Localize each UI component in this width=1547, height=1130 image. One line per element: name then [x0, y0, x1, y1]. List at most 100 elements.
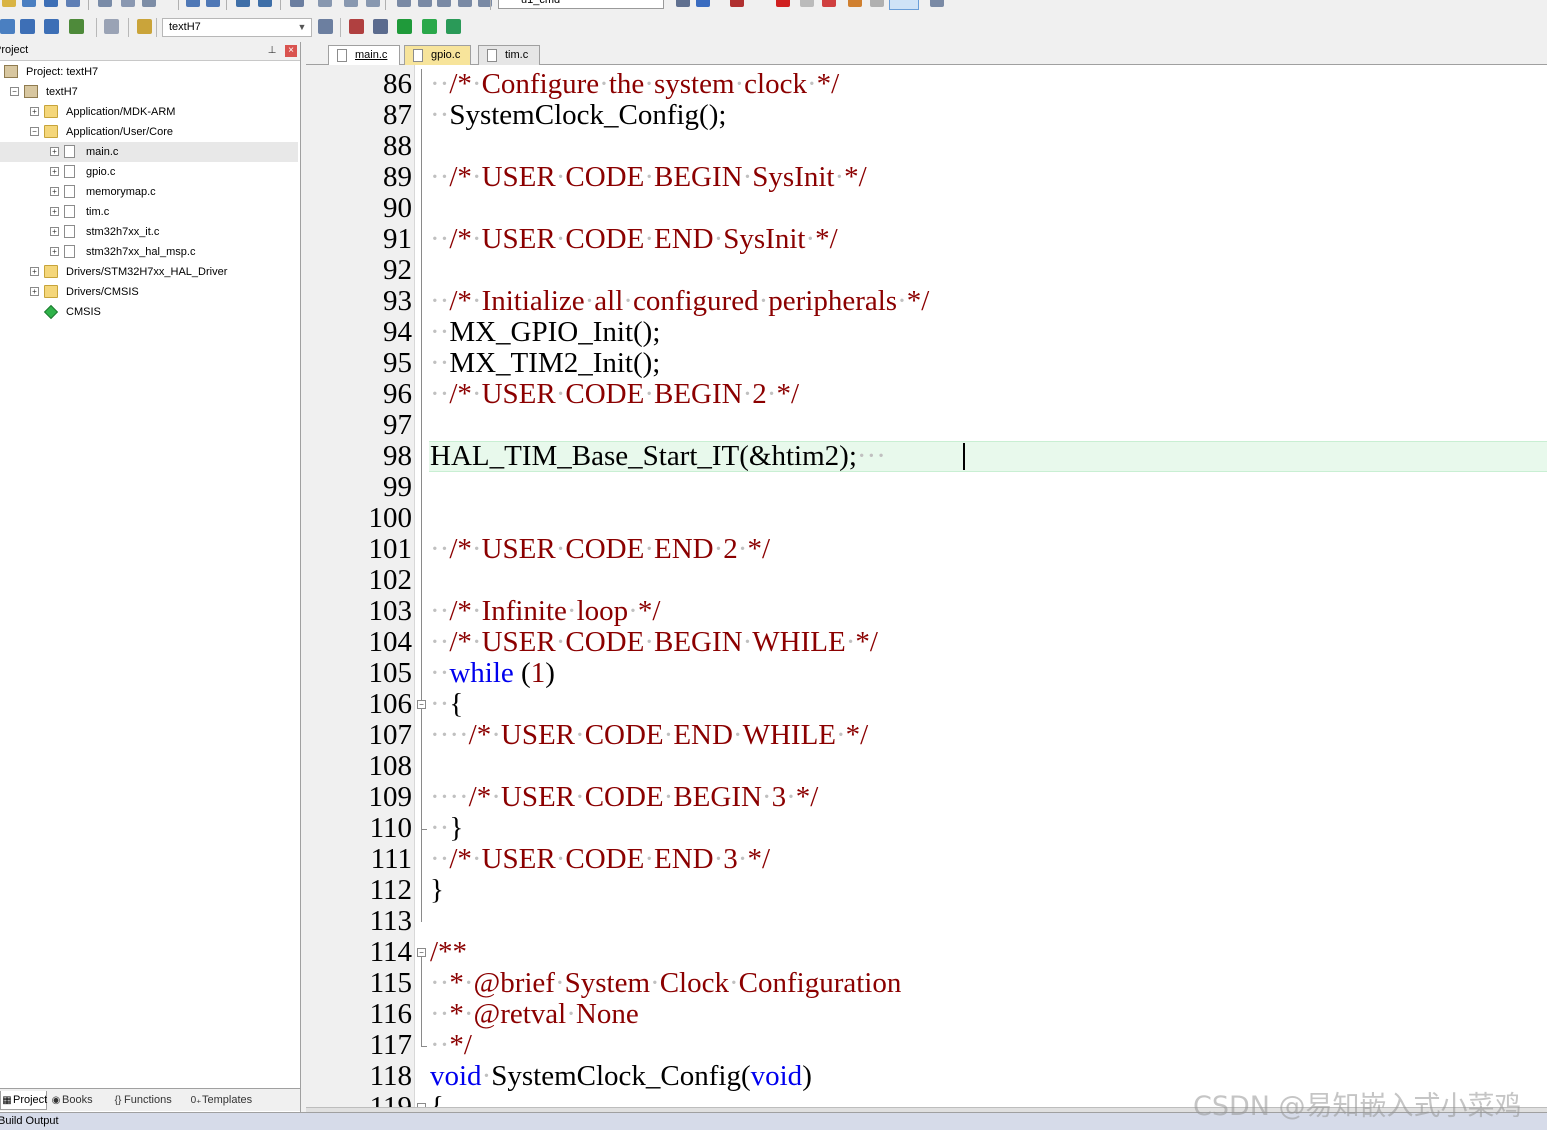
collapse-icon[interactable]: −: [30, 127, 39, 136]
debug-icon[interactable]: [676, 0, 690, 7]
panel-tab-project[interactable]: ▦Project: [0, 1091, 47, 1110]
tree-item[interactable]: + tim.c: [0, 202, 298, 222]
code-line[interactable]: ··/*·USER·CODE·BEGIN·2·*//* USER CODE BE…: [430, 379, 799, 410]
expand-icon[interactable]: +: [50, 227, 59, 236]
magic-wand-icon[interactable]: [373, 19, 388, 34]
stop-build-icon[interactable]: [104, 19, 119, 34]
tree-item[interactable]: + Application/MDK-ARM: [0, 102, 298, 122]
code-line[interactable]: ····/*·USER·CODE·END·WHILE·*//* USER COD…: [430, 720, 868, 751]
paste-icon[interactable]: [142, 0, 156, 7]
kill-bp-icon[interactable]: [800, 0, 814, 7]
code-line[interactable]: ··/*·USER·CODE·BEGIN·WHILE·*//* USER COD…: [430, 627, 878, 658]
next-bookmark-icon[interactable]: [344, 0, 358, 7]
code-area[interactable]: 86 87 88 89 90 91 92 93 94 95 96 97 98 99 100 101 102 103…: [306, 65, 1547, 1107]
select-packs-icon[interactable]: [446, 19, 461, 34]
code-line[interactable]: ··SystemClock_Config();: [430, 100, 726, 131]
disable-bp-icon[interactable]: [776, 0, 790, 7]
code-line[interactable]: ··/*·USER·CODE·END·3·*//* USER CODE END …: [430, 844, 770, 875]
copy-icon[interactable]: [121, 0, 135, 7]
tree-item[interactable]: + stm32h7xx_hal_msp.c: [0, 242, 298, 262]
code-line[interactable]: ··}: [430, 813, 463, 844]
code-line[interactable]: ··/*·USER·CODE·END·2·*//* USER CODE END …: [430, 534, 770, 565]
clear-bookmark-icon[interactable]: [366, 0, 380, 7]
window-layout-button[interactable]: [889, 0, 919, 10]
pack-installer-icon[interactable]: [422, 19, 437, 34]
close-icon[interactable]: ×: [285, 45, 297, 57]
toolbar-top-combo[interactable]: u1_cmd: [498, 0, 664, 9]
tree-item[interactable]: − Application/User/Core: [0, 122, 298, 142]
fold-toggle-icon[interactable]: −: [417, 700, 426, 709]
expand-icon[interactable]: +: [30, 107, 39, 116]
code-line[interactable]: HAL_TIM_Base_Start_IT(&htim2);···: [430, 441, 886, 472]
indent-icon[interactable]: [397, 0, 411, 7]
config-icon[interactable]: [848, 0, 862, 7]
breakpoint-icon[interactable]: [696, 0, 710, 7]
prev-bookmark-icon[interactable]: [318, 0, 332, 7]
view-icon[interactable]: [822, 0, 836, 7]
load-icon[interactable]: [349, 19, 364, 34]
panel-tab-books[interactable]: ◉ Books: [50, 1091, 106, 1110]
code-line[interactable]: ··/*·USER·CODE·BEGIN·SysInit·*//* USER C…: [430, 162, 867, 193]
save-icon[interactable]: [44, 0, 58, 7]
undo-icon[interactable]: [186, 0, 200, 7]
redo-icon[interactable]: [206, 0, 220, 7]
save-all-icon[interactable]: [66, 0, 80, 7]
code-line[interactable]: ··*·@retval·None* @retval None: [430, 999, 639, 1030]
file-tab-gpio-c[interactable]: gpio.c: [404, 45, 471, 65]
tool-icon[interactable]: [870, 0, 884, 7]
tree-item[interactable]: − textH7: [0, 82, 298, 102]
code-line[interactable]: }: [430, 875, 444, 906]
code-line[interactable]: ··/*·Configure·the·system·clock·*//* Con…: [430, 69, 839, 100]
code-line[interactable]: ····/*·USER·CODE·BEGIN·3·*//* USER CODE …: [430, 782, 818, 813]
expand-icon[interactable]: +: [50, 187, 59, 196]
comment-icon[interactable]: [437, 0, 451, 7]
code-line[interactable]: ··/*·Initialize·all·configured·periphera…: [430, 286, 929, 317]
collapse-icon[interactable]: −: [10, 87, 19, 96]
expand-icon[interactable]: +: [50, 147, 59, 156]
download-icon[interactable]: [137, 19, 152, 34]
fold-toggle-icon[interactable]: −: [417, 948, 426, 957]
tree-item[interactable]: CMSIS: [0, 302, 298, 322]
pin-icon[interactable]: ⊥: [266, 42, 278, 59]
enable-bp-icon[interactable]: [730, 0, 744, 7]
tree-item[interactable]: + memorymap.c: [0, 182, 298, 202]
batch-build-icon[interactable]: [69, 19, 84, 34]
expand-icon[interactable]: +: [30, 287, 39, 296]
tree-item[interactable]: + main.c: [0, 142, 298, 162]
code-line[interactable]: void·SystemClock_Config(void)void System…: [430, 1061, 812, 1092]
code-line[interactable]: ··*·@brief·System·Clock·Configuration* @…: [430, 968, 901, 999]
back-icon[interactable]: [236, 0, 250, 7]
translate-icon[interactable]: [0, 19, 15, 34]
expand-icon[interactable]: +: [50, 207, 59, 216]
forward-icon[interactable]: [258, 0, 272, 7]
chevron-down-icon[interactable]: ▼: [295, 20, 309, 35]
file-tab-tim-c[interactable]: tim.c: [478, 45, 540, 65]
code-line[interactable]: ··while (1)while (1): [430, 658, 555, 689]
open-icon[interactable]: [22, 0, 36, 7]
target-select[interactable]: textH7 ▼: [162, 18, 312, 37]
magic-wand-icon[interactable]: [318, 19, 333, 34]
manage-components-icon[interactable]: [397, 19, 412, 34]
panel-tab-functions[interactable]: {} Functions: [112, 1091, 187, 1110]
tree-item[interactable]: + Drivers/STM32H7xx_HAL_Driver: [0, 262, 298, 282]
file-tab-main-c[interactable]: main.c: [328, 45, 400, 66]
unindent-icon[interactable]: [418, 0, 432, 7]
panel-tab-templates[interactable]: 0₊Templates: [190, 1091, 270, 1110]
code-line[interactable]: ··/*·USER·CODE·END·SysInit·*//* USER COD…: [430, 224, 838, 255]
new-file-icon[interactable]: [2, 0, 16, 7]
code-line[interactable]: ··*/*/: [430, 1030, 472, 1061]
code-line[interactable]: {: [430, 1092, 444, 1108]
bookmark-icon[interactable]: [290, 0, 304, 7]
tool-icon[interactable]: [930, 0, 944, 7]
code-line[interactable]: ··MX_GPIO_Init();: [430, 317, 660, 348]
tree-item[interactable]: + stm32h7xx_it.c: [0, 222, 298, 242]
expand-icon[interactable]: +: [30, 267, 39, 276]
tree-item[interactable]: + gpio.c: [0, 162, 298, 182]
code-line[interactable]: /**/**: [430, 937, 467, 968]
tree-item[interactable]: + Drivers/CMSIS: [0, 282, 298, 302]
code-line[interactable]: ··/*·Infinite·loop·*//* Infinite loop */: [430, 596, 660, 627]
tree-item[interactable]: Project: textH7: [0, 62, 298, 82]
code-line[interactable]: ··{: [430, 689, 463, 720]
expand-icon[interactable]: +: [50, 247, 59, 256]
rebuild-icon[interactable]: [44, 19, 59, 34]
